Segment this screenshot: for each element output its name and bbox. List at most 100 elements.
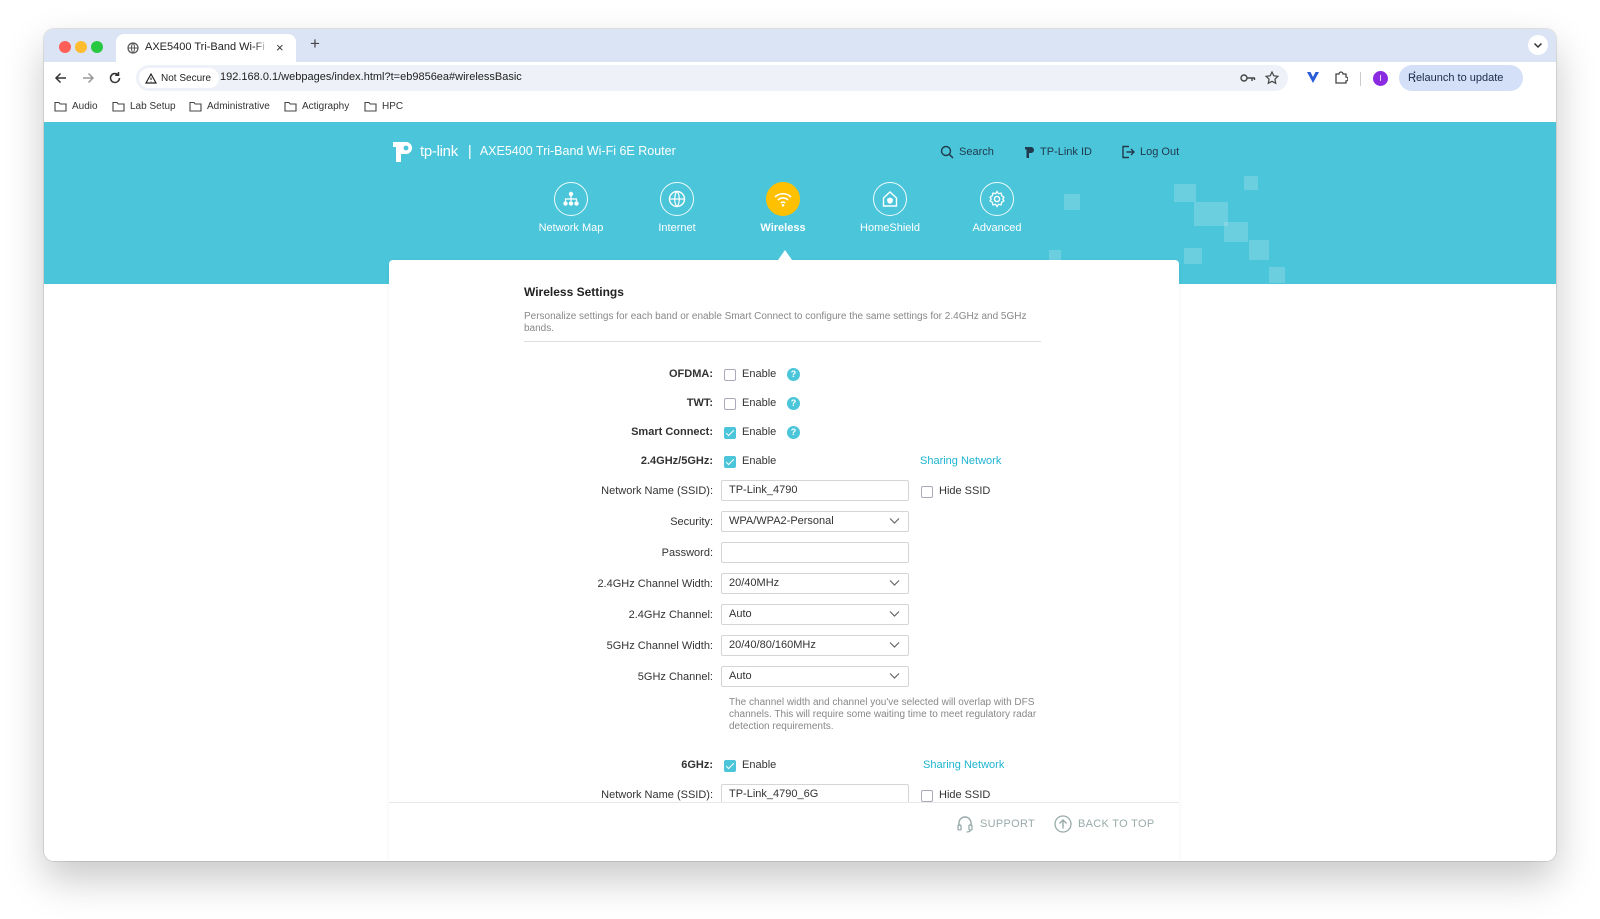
channel-width-5-value: 20/40/80/160MHz: [729, 639, 816, 651]
channel-width-24-select[interactable]: 20/40MHz: [721, 573, 909, 594]
star-icon[interactable]: [1265, 71, 1279, 85]
extension-v-icon[interactable]: [1306, 71, 1320, 84]
security-chip[interactable]: Not Secure: [139, 68, 220, 88]
bookmark-label: Actigraphy: [302, 101, 350, 112]
ofdma-checkbox[interactable]: [724, 369, 736, 381]
band-24-5-label: 2.4GHz/5GHz:: [640, 455, 713, 467]
bookmark-audio[interactable]: Audio: [54, 101, 98, 112]
channel-24-select[interactable]: Auto: [721, 604, 909, 625]
nav-wireless-circle: [766, 182, 800, 216]
smart-connect-help-icon[interactable]: ?: [787, 426, 800, 439]
url-text[interactable]: 192.168.0.1/webpages/index.html?t=eb9856…: [220, 71, 522, 83]
logout-label: Log Out: [1140, 146, 1180, 158]
logout-link[interactable]: Log Out: [1121, 145, 1179, 159]
sharing-network-6g-link[interactable]: Sharing Network: [923, 759, 1004, 771]
password-label: Password:: [661, 547, 713, 559]
ofdma-help-icon[interactable]: ?: [787, 368, 800, 381]
twt-checkbox[interactable]: [724, 398, 736, 410]
nav-label: Internet: [658, 222, 696, 234]
maximize-window-button[interactable]: [91, 41, 103, 53]
decor-pixel: [1184, 248, 1202, 264]
address-bar[interactable]: Not Secure 192.168.0.1/webpages/index.ht…: [136, 65, 1288, 91]
relaunch-button[interactable]: Relaunch to update ⋮: [1399, 65, 1523, 91]
back-arrow-icon[interactable]: [54, 71, 68, 85]
chevron-down-icon: [889, 580, 900, 586]
bookmark-hpc[interactable]: HPC: [364, 101, 403, 112]
warning-icon: [145, 72, 157, 84]
decor-pixel: [1174, 184, 1196, 202]
bookmark-label: HPC: [382, 101, 404, 112]
nav-wireless[interactable]: Wireless: [743, 182, 823, 234]
folder-icon: [189, 101, 202, 112]
folder-icon: [284, 101, 297, 112]
channel-width-5-select[interactable]: 20/40/80/160MHz: [721, 635, 909, 656]
browser-tab[interactable]: AXE5400 Tri-Band Wi-Fi 6E R ×: [116, 34, 296, 62]
new-tab-button[interactable]: +: [310, 34, 320, 54]
ssid-input[interactable]: TP-Link_4790: [721, 480, 909, 501]
tab-search-button[interactable]: [1528, 35, 1548, 55]
chevron-down-icon: [889, 611, 900, 617]
smart-connect-label: Smart Connect:: [631, 426, 713, 438]
reload-icon[interactable]: [108, 71, 122, 85]
home-shield-icon: [882, 191, 898, 207]
sharing-network-link[interactable]: Sharing Network: [920, 455, 1001, 467]
arrow-up-circle-icon: [1054, 815, 1072, 833]
tplink-id-link[interactable]: TP-Link ID: [1023, 145, 1092, 159]
bookmark-actigraphy[interactable]: Actigraphy: [284, 101, 349, 112]
security-select[interactable]: WPA/WPA2-Personal: [721, 511, 909, 532]
logout-icon: [1122, 145, 1135, 159]
channel-5-label: 5GHz Channel:: [637, 671, 713, 683]
hide-ssid-label: Hide SSID: [939, 485, 991, 497]
page-content: tp-link | AXE5400 Tri-Band Wi-Fi 6E Rout…: [44, 122, 1556, 861]
nav-label: Network Map: [538, 222, 604, 234]
security-chip-label: Not Secure: [161, 72, 212, 84]
support-link[interactable]: SUPPORT: [956, 815, 1035, 833]
profile-avatar[interactable]: I: [1373, 71, 1388, 86]
more-menu-icon[interactable]: ⋮: [1408, 69, 1513, 85]
folder-icon: [364, 101, 377, 112]
page-title: Wireless Settings: [524, 285, 624, 299]
bookmark-lab-setup[interactable]: Lab Setup: [112, 101, 176, 112]
channel-24-label: 2.4GHz Channel:: [628, 609, 713, 621]
folder-icon: [112, 101, 125, 112]
nav-network-map[interactable]: Network Map: [531, 182, 611, 234]
bookmark-label: Audio: [72, 101, 98, 112]
twt-label: TWT:: [686, 397, 713, 409]
tplink-logo[interactable]: tp-link | AXE5400 Tri-Band Wi-Fi 6E Rout…: [389, 139, 676, 163]
band-24-5-checkbox[interactable]: [724, 456, 736, 468]
minimize-window-button[interactable]: [75, 41, 87, 53]
nav-advanced[interactable]: Advanced: [957, 182, 1037, 234]
nav-internet[interactable]: Internet: [637, 182, 717, 234]
puzzle-icon[interactable]: [1334, 70, 1348, 84]
back-to-top-link[interactable]: BACK TO TOP: [1054, 815, 1154, 833]
nav-network-map-circle: [554, 182, 588, 216]
dfs-warning-note: The channel width and channel you've sel…: [729, 697, 1037, 732]
twt-enable-label: Enable: [742, 397, 777, 409]
tab-close-icon[interactable]: ×: [276, 40, 284, 55]
wireless-settings-card: Wireless Settings Personalize settings f…: [389, 260, 1179, 861]
hide-ssid-6-checkbox[interactable]: [921, 790, 933, 802]
search-label: Search: [959, 146, 994, 158]
password-input[interactable]: [721, 542, 909, 563]
active-nav-pointer: [778, 250, 792, 260]
nav-homeshield[interactable]: HomeShield: [850, 182, 930, 234]
decor-pixel: [1249, 240, 1269, 260]
band-6-enable-label: Enable: [742, 759, 777, 771]
band-6-checkbox[interactable]: [724, 760, 736, 772]
logo-text: tp-link: [420, 142, 458, 160]
decor-pixel: [1244, 176, 1258, 190]
twt-help-icon[interactable]: ?: [787, 397, 800, 410]
channel-5-select[interactable]: Auto: [721, 666, 909, 687]
bookmark-administrative[interactable]: Administrative: [189, 101, 270, 112]
hide-ssid-checkbox[interactable]: [921, 486, 933, 498]
close-window-button[interactable]: [59, 41, 71, 53]
channel-5-value: Auto: [729, 670, 752, 682]
key-icon[interactable]: [1240, 72, 1256, 84]
forward-arrow-icon[interactable]: [81, 71, 95, 85]
search-link[interactable]: Search: [940, 145, 994, 159]
smart-connect-checkbox[interactable]: [724, 427, 736, 439]
headset-icon: [957, 816, 973, 833]
tab-strip: AXE5400 Tri-Band Wi-Fi 6E R × +: [44, 29, 1556, 62]
tplink-id-icon: [1025, 147, 1034, 158]
channel-width-24-label: 2.4GHz Channel Width:: [597, 578, 713, 590]
